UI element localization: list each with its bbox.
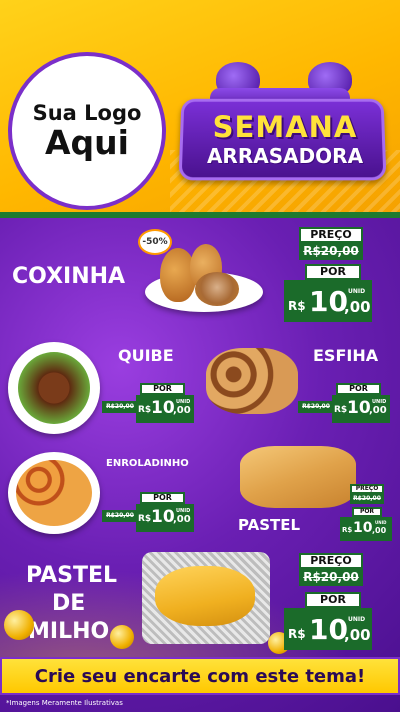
product-title-quibe: QUIBE — [118, 346, 174, 365]
label-preco: PREÇO — [299, 553, 363, 569]
currency-label: R$ — [334, 405, 348, 415]
price-decimal: ,00 — [344, 298, 371, 316]
price-decimal: ,00 — [173, 405, 191, 416]
logo-line-1: Sua Logo — [32, 100, 142, 125]
coxinha-image-3 — [195, 272, 239, 306]
price-integer: 10 — [353, 520, 373, 536]
currency-label: R$ — [342, 526, 353, 534]
label-por: POR — [305, 264, 361, 280]
old-price: R$20,00 — [299, 243, 363, 260]
unit-label: UNID — [348, 288, 366, 295]
label-por: POR — [140, 383, 185, 395]
product-title-pastel: PASTEL — [238, 516, 301, 534]
logo-placeholder[interactable]: Sua Logo Aqui — [8, 52, 166, 210]
price-decimal: ,00 — [369, 405, 387, 416]
label-preco: PREÇO — [299, 227, 363, 243]
product-title-enroladinho: ENROLADINHO — [106, 458, 189, 469]
price-decimal: ,00 — [372, 526, 387, 535]
price-integer: 10 — [151, 507, 175, 527]
price-integer: 10 — [309, 613, 348, 646]
cta-text: Crie seu encarte com este tema! — [34, 665, 366, 687]
label-por: POR — [140, 492, 185, 504]
coin-decoration — [4, 610, 34, 640]
coin-decoration — [110, 625, 134, 649]
label-por: POR — [305, 592, 361, 608]
product-title-pastel-de-milho-line-3: MILHO — [28, 619, 110, 644]
label-por: POR — [336, 383, 381, 395]
enroladinho-image — [16, 460, 92, 526]
currency-label: R$ — [288, 627, 306, 641]
new-price: R$ 10 UNID ,00 — [332, 395, 390, 423]
discount-badge: -50% — [138, 229, 172, 255]
label-preco: PREÇO — [350, 484, 384, 494]
cta-banner[interactable]: Crie seu encarte com este tema! — [0, 657, 400, 695]
unit-label: UNID — [375, 520, 387, 525]
price-decimal: ,00 — [173, 514, 191, 525]
currency-label: R$ — [138, 405, 152, 415]
label-por: POR — [352, 507, 382, 517]
new-price: R$ 10 UNID ,00 — [136, 395, 194, 423]
pastel-de-milho-image — [155, 566, 255, 626]
product-title-pastel-de-milho-line-2: DE — [52, 591, 86, 616]
esfiha-image — [206, 348, 298, 414]
old-price: R$20,00 — [102, 510, 138, 522]
currency-label: R$ — [138, 514, 152, 524]
quibe-image — [18, 352, 90, 424]
currency-label: R$ — [288, 299, 306, 313]
pastel-image — [240, 446, 356, 508]
product-title-pastel-de-milho-line-1: PASTEL — [26, 563, 118, 588]
banner-title-line-2: ARRASADORA — [206, 144, 364, 168]
header: Sua Logo Aqui SEMANA ARRASADORA — [0, 0, 400, 214]
price-decimal: ,00 — [344, 626, 371, 644]
unit-label: UNID — [348, 616, 366, 623]
price-integer: 10 — [151, 398, 175, 418]
price-integer: 10 — [309, 285, 348, 318]
title-banner: SEMANA ARRASADORA — [178, 62, 387, 185]
new-price: R$ 10 UNID ,00 — [284, 280, 372, 322]
old-price: R$20,00 — [350, 494, 384, 504]
old-price: R$20,00 — [102, 401, 138, 413]
old-price: R$20,00 — [298, 401, 334, 413]
new-price: R$ 10 UNID ,00 — [136, 504, 194, 532]
logo-line-2: Aqui — [45, 122, 129, 162]
new-price: R$ 10 UNID ,00 — [284, 608, 372, 650]
old-price: R$20,00 — [299, 569, 363, 586]
product-title-coxinha: COXINHA — [12, 264, 126, 289]
price-integer: 10 — [347, 398, 371, 418]
banner-title-line-1: SEMANA — [212, 110, 358, 144]
product-title-esfiha: ESFIHA — [313, 346, 379, 365]
new-price: R$ 10 UNID ,00 — [340, 517, 392, 541]
disclaimer: *Imagens Meramente Ilustrativas — [6, 699, 123, 707]
